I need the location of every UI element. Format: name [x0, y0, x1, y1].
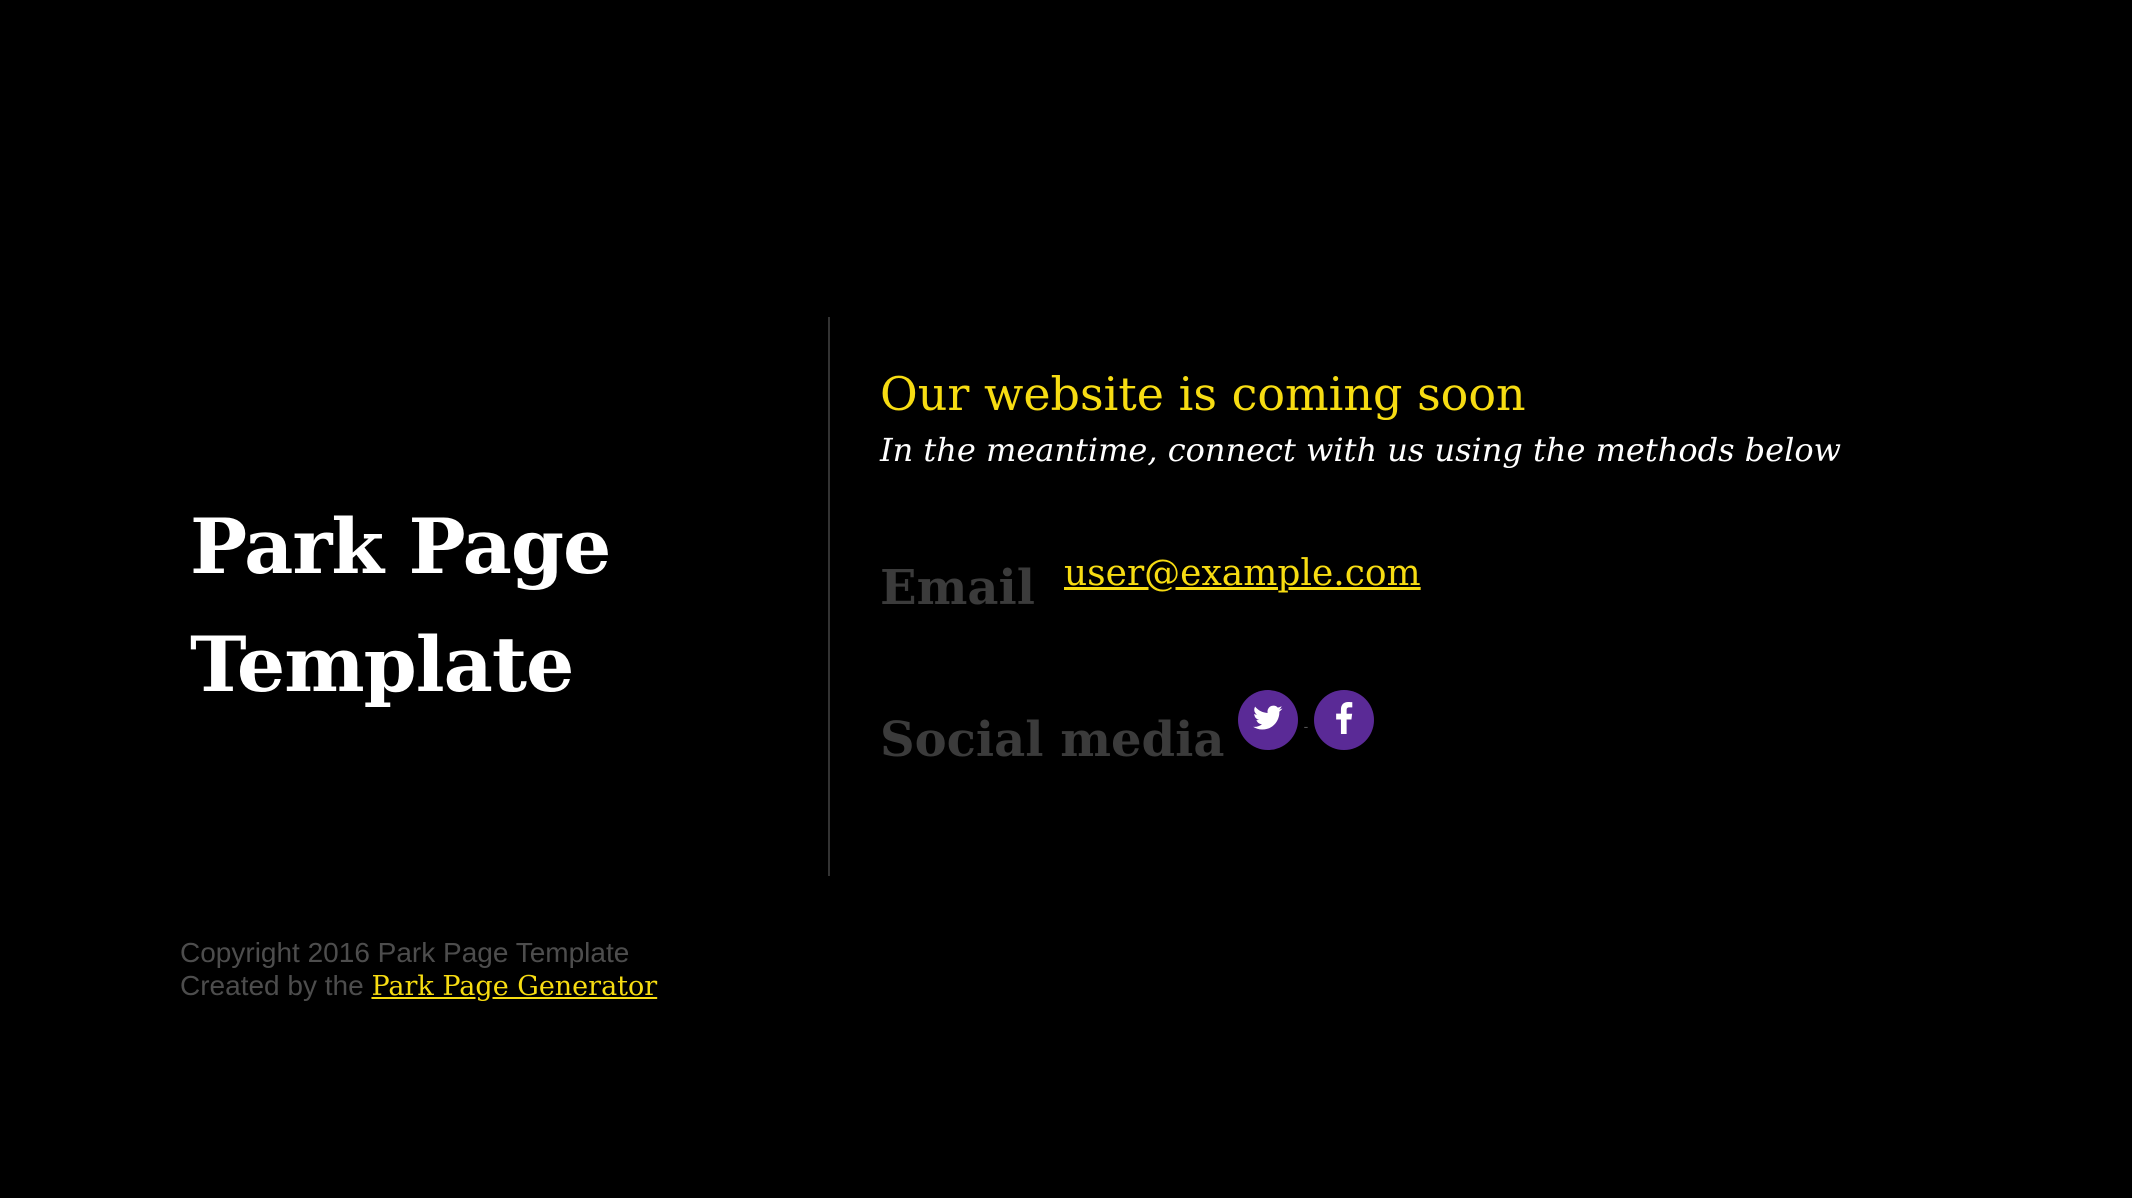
park-page: Park Page Template Our website is coming…	[0, 0, 2132, 1198]
coming-soon-message: Our website is coming soon In the meanti…	[880, 362, 1841, 474]
headline: Our website is coming soon	[880, 367, 1526, 421]
email-row: Email user@example.com	[880, 553, 1421, 620]
footer: Copyright 2016 Park Page Template Create…	[180, 936, 657, 1003]
social-media-label: Social media	[880, 712, 1225, 768]
site-title-line1: Park Page	[190, 502, 611, 591]
vertical-divider	[828, 317, 830, 876]
social-icons: -	[1238, 690, 1374, 750]
created-by-line: Created by the Park Page Generator	[180, 969, 657, 1003]
site-title-line2: Template	[190, 620, 574, 709]
email-label: Email	[880, 560, 1035, 616]
twitter-icon	[1253, 705, 1283, 736]
facebook-button[interactable]	[1314, 690, 1374, 750]
generator-link[interactable]: Park Page Generator	[371, 971, 657, 1002]
twitter-button[interactable]	[1238, 690, 1298, 750]
email-link[interactable]: user@example.com	[1064, 550, 1421, 598]
subheadline: In the meantime, connect with us using t…	[880, 431, 1841, 469]
social-separator: -	[1303, 718, 1309, 734]
site-title: Park Page Template	[190, 488, 750, 724]
copyright-text: Copyright 2016 Park Page Template	[180, 937, 630, 968]
facebook-icon	[1335, 701, 1353, 739]
social-media-row: Social media -	[880, 668, 1374, 772]
created-by-text: Created by the	[180, 970, 364, 1001]
